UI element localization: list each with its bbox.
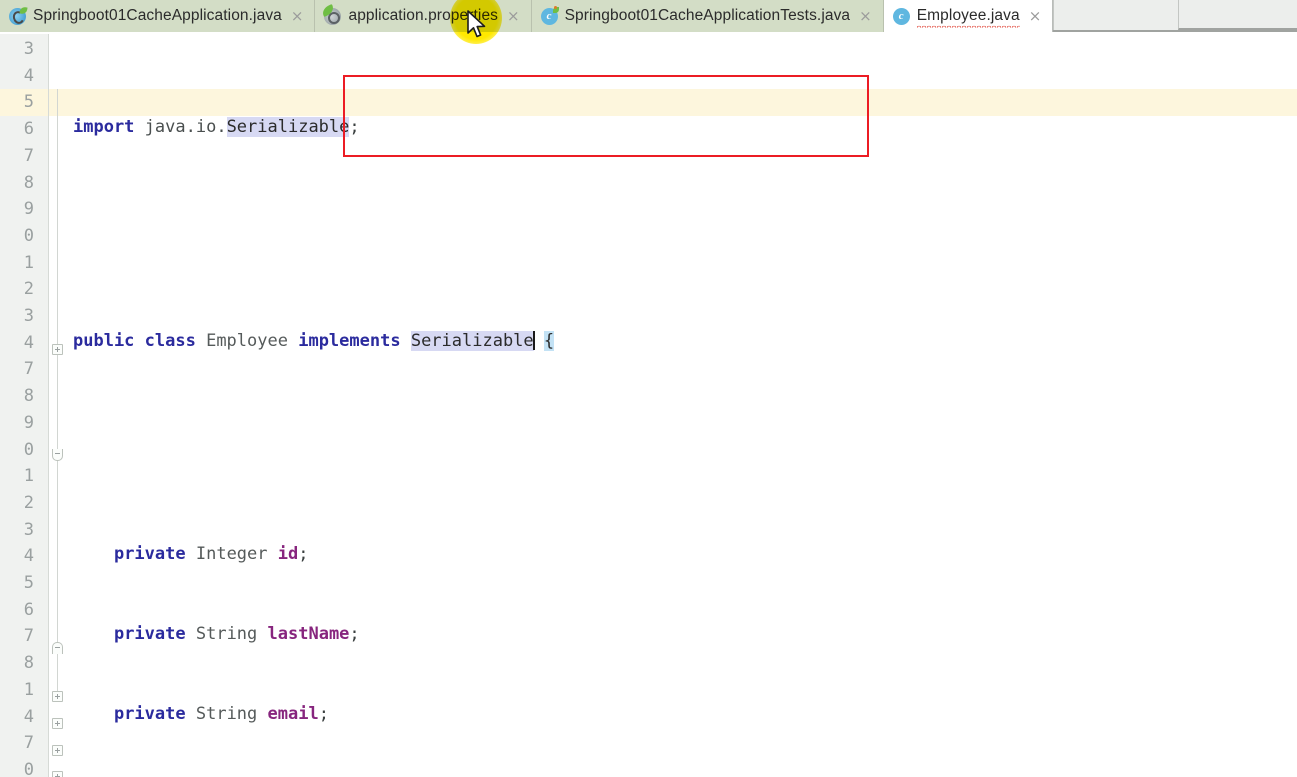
line-number: 4 bbox=[0, 704, 34, 731]
code-line: private Integer id; bbox=[64, 541, 1297, 568]
fold-toggle-setid[interactable] bbox=[52, 718, 63, 729]
line-number: 4 bbox=[0, 330, 34, 357]
java-class-icon: c bbox=[893, 8, 910, 25]
line-number: 7 bbox=[0, 143, 34, 170]
line-number: 8 bbox=[0, 650, 34, 677]
editor-tab-label: application.properties bbox=[348, 7, 498, 25]
spring-properties-icon bbox=[324, 8, 341, 25]
text-caret bbox=[533, 331, 535, 350]
line-number: 3 bbox=[0, 517, 34, 544]
code-text-area[interactable]: import java.io.Serializable; public clas… bbox=[64, 34, 1297, 777]
line-number: 4 bbox=[0, 63, 34, 90]
tab-close-icon[interactable]: × bbox=[291, 9, 304, 24]
line-number: 2 bbox=[0, 490, 34, 517]
ide-window: Springboot01CacheApplication.java × appl… bbox=[0, 0, 1297, 777]
line-number: 0 bbox=[0, 757, 34, 777]
line-number: 8 bbox=[0, 170, 34, 197]
editor-tab-application-properties[interactable]: application.properties × bbox=[315, 0, 531, 32]
fold-toggle-constructor-open[interactable] bbox=[52, 449, 63, 461]
line-number: 5 bbox=[0, 89, 34, 116]
tab-close-icon[interactable]: × bbox=[507, 9, 520, 24]
code-line bbox=[64, 221, 1297, 248]
line-number: 6 bbox=[0, 116, 34, 143]
line-number: 3 bbox=[0, 36, 34, 63]
line-number: 9 bbox=[0, 410, 34, 437]
line-number: 2 bbox=[0, 276, 34, 303]
spring-boot-icon bbox=[9, 8, 26, 25]
line-number: 9 bbox=[0, 196, 34, 223]
tab-close-icon[interactable]: × bbox=[859, 9, 872, 24]
tab-overflow-area bbox=[1178, 0, 1297, 30]
code-line: private String email; bbox=[64, 701, 1297, 728]
editor-tab-springboot01cacheapplicationtests[interactable]: c Springboot01CacheApplicationTests.java… bbox=[532, 0, 884, 32]
fold-toggle-constructor-close[interactable] bbox=[52, 642, 63, 654]
fold-toggle-default-constructor[interactable] bbox=[52, 344, 63, 355]
line-number: 0 bbox=[0, 437, 34, 464]
code-line-class-declaration: public class Employee implements Seriali… bbox=[64, 328, 1297, 355]
class-fold-bar bbox=[57, 89, 58, 701]
java-test-class-icon: c bbox=[541, 8, 558, 25]
line-number: 1 bbox=[0, 250, 34, 277]
line-number: 4 bbox=[0, 543, 34, 570]
line-number: 7 bbox=[0, 730, 34, 757]
editor-tab-bar: Springboot01CacheApplication.java × appl… bbox=[0, 0, 1297, 32]
line-number: 0 bbox=[0, 223, 34, 250]
code-line: import java.io.Serializable; bbox=[64, 114, 1297, 141]
line-number: 6 bbox=[0, 597, 34, 624]
line-number: 7 bbox=[0, 623, 34, 650]
fold-toggle-getid[interactable] bbox=[52, 691, 63, 702]
code-line bbox=[64, 435, 1297, 462]
editor-tab-label: Springboot01CacheApplicationTests.java bbox=[565, 7, 851, 25]
line-number: 1 bbox=[0, 463, 34, 490]
editor-tab-label: Employee.java bbox=[917, 7, 1020, 25]
line-number: 1 bbox=[0, 677, 34, 704]
editor-gutter[interactable]: 3 4 5 6 7 8 9 0 1 2 3 4 7 8 9 0 1 2 3 4 … bbox=[0, 34, 49, 777]
fold-toggle-getlastname[interactable] bbox=[52, 745, 63, 756]
line-number: 5 bbox=[0, 570, 34, 597]
code-line: private String lastName; bbox=[64, 621, 1297, 648]
line-number: 3 bbox=[0, 303, 34, 330]
fold-toggle-setlastname[interactable] bbox=[52, 771, 63, 777]
tab-close-icon[interactable]: × bbox=[1029, 9, 1042, 24]
line-number: 8 bbox=[0, 383, 34, 410]
editor-tab-label: Springboot01CacheApplication.java bbox=[33, 7, 282, 25]
code-editor[interactable]: 3 4 5 6 7 8 9 0 1 2 3 4 7 8 9 0 1 2 3 4 … bbox=[0, 34, 1297, 777]
line-number: 7 bbox=[0, 356, 34, 383]
editor-tab-employee[interactable]: c Employee.java × bbox=[884, 0, 1054, 32]
editor-tab-springboot01cacheapplication[interactable]: Springboot01CacheApplication.java × bbox=[0, 0, 315, 32]
